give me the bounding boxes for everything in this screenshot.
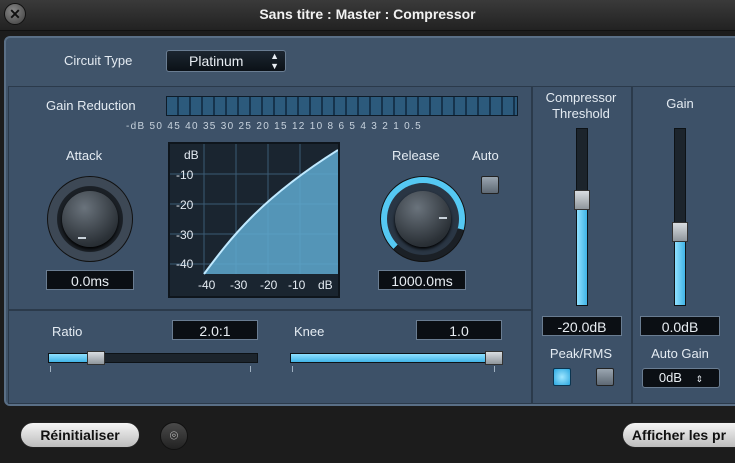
- auto-checkbox[interactable]: [481, 176, 499, 194]
- compression-curve-svg: [170, 144, 338, 275]
- gain-value[interactable]: 0.0dB: [640, 316, 720, 336]
- graph-x-tick: -10: [288, 278, 306, 292]
- knee-tick: [292, 366, 293, 372]
- rms-button[interactable]: [596, 368, 614, 386]
- release-label: Release: [392, 148, 440, 163]
- show-presets-button[interactable]: Afficher les pr: [622, 422, 735, 448]
- compressor-plugin: Circuit Type Platinum ▲ ▼ Gain Reduction …: [4, 36, 735, 406]
- auto-gain-value: 0dB: [658, 370, 682, 385]
- knee-slider-fill: [291, 354, 494, 362]
- graph-x-tick: -40: [198, 278, 216, 292]
- gain-reduction-meter: [166, 96, 518, 116]
- peak-button[interactable]: [553, 368, 571, 386]
- circuit-type-value: Platinum: [189, 53, 244, 69]
- release-knob-cap: [395, 191, 451, 247]
- chevron-updown-icon: ⇕: [695, 374, 704, 384]
- graph-y-tick: -10: [176, 168, 194, 182]
- attack-knob-cap: [62, 191, 118, 247]
- ratio-slider-thumb[interactable]: [87, 351, 105, 365]
- threshold-label-line2: Threshold: [552, 106, 610, 121]
- gain-slider-thumb[interactable]: [672, 222, 688, 242]
- knee-label: Knee: [294, 324, 325, 339]
- link-icon[interactable]: ⌾: [160, 422, 188, 450]
- auto-gain-label: Auto Gain: [651, 346, 709, 361]
- gain-slider-fill: [675, 232, 685, 305]
- peak-rms-label: Peak/RMS: [549, 346, 613, 361]
- ratio-tick: [50, 366, 51, 372]
- compression-curve-graph: dB -10 -20 -30 -40 -40 -30 -20 -10 dB: [168, 142, 340, 298]
- graph-x-tick: -20: [260, 278, 278, 292]
- knee-tick: [494, 366, 495, 372]
- threshold-label-line1: Compressor: [545, 90, 617, 105]
- reset-button[interactable]: Réinitialiser: [20, 422, 140, 448]
- threshold-slider-thumb[interactable]: [574, 190, 590, 210]
- knee-value[interactable]: 1.0: [416, 320, 502, 340]
- window-title: Sans titre : Master : Compressor: [259, 6, 476, 22]
- release-value[interactable]: 1000.0ms: [378, 270, 466, 290]
- auto-gain-select[interactable]: 0dB ⇕: [642, 368, 720, 388]
- auto-label: Auto: [472, 148, 499, 163]
- graph-y-tick: -40: [176, 257, 194, 271]
- release-knob[interactable]: [380, 176, 466, 262]
- graph-y-tick: -20: [176, 198, 194, 212]
- attack-knob[interactable]: [47, 176, 133, 262]
- threshold-slider[interactable]: [574, 128, 590, 306]
- release-knob-indicator: [439, 217, 447, 219]
- attack-label: Attack: [66, 148, 103, 163]
- graph-x-tick: -30: [230, 278, 248, 292]
- knee-slider-thumb[interactable]: [485, 351, 503, 365]
- gain-slider[interactable]: [672, 128, 688, 306]
- gain-reduction-label: Gain Reduction: [46, 98, 136, 113]
- graph-y-unit: dB: [184, 148, 199, 162]
- threshold-slider-fill: [577, 200, 587, 305]
- graph-x-unit: dB: [318, 278, 333, 292]
- curve-fill: [204, 150, 338, 274]
- ratio-tick: [250, 366, 251, 372]
- gain-reduction-scale: -dB 50 45 40 35 30 25 20 15 12 10 8 6 5 …: [126, 121, 422, 132]
- attack-knob-indicator: [78, 237, 86, 239]
- attack-value[interactable]: 0.0ms: [46, 270, 134, 290]
- ratio-slider[interactable]: [48, 351, 258, 365]
- ratio-label: Ratio: [52, 324, 83, 339]
- gain-label: Gain: [666, 96, 694, 111]
- circuit-type-select[interactable]: Platinum ▲ ▼: [166, 50, 286, 72]
- title-bar: ✕ Sans titre : Master : Compressor: [0, 0, 735, 31]
- ratio-value[interactable]: 2.0:1: [172, 320, 258, 340]
- chevron-updown-icon: ▲ ▼: [270, 51, 279, 71]
- graph-y-tick: -30: [176, 228, 194, 242]
- knee-slider[interactable]: [290, 351, 503, 365]
- circuit-type-label: Circuit Type: [64, 53, 133, 68]
- threshold-value[interactable]: -20.0dB: [542, 316, 622, 336]
